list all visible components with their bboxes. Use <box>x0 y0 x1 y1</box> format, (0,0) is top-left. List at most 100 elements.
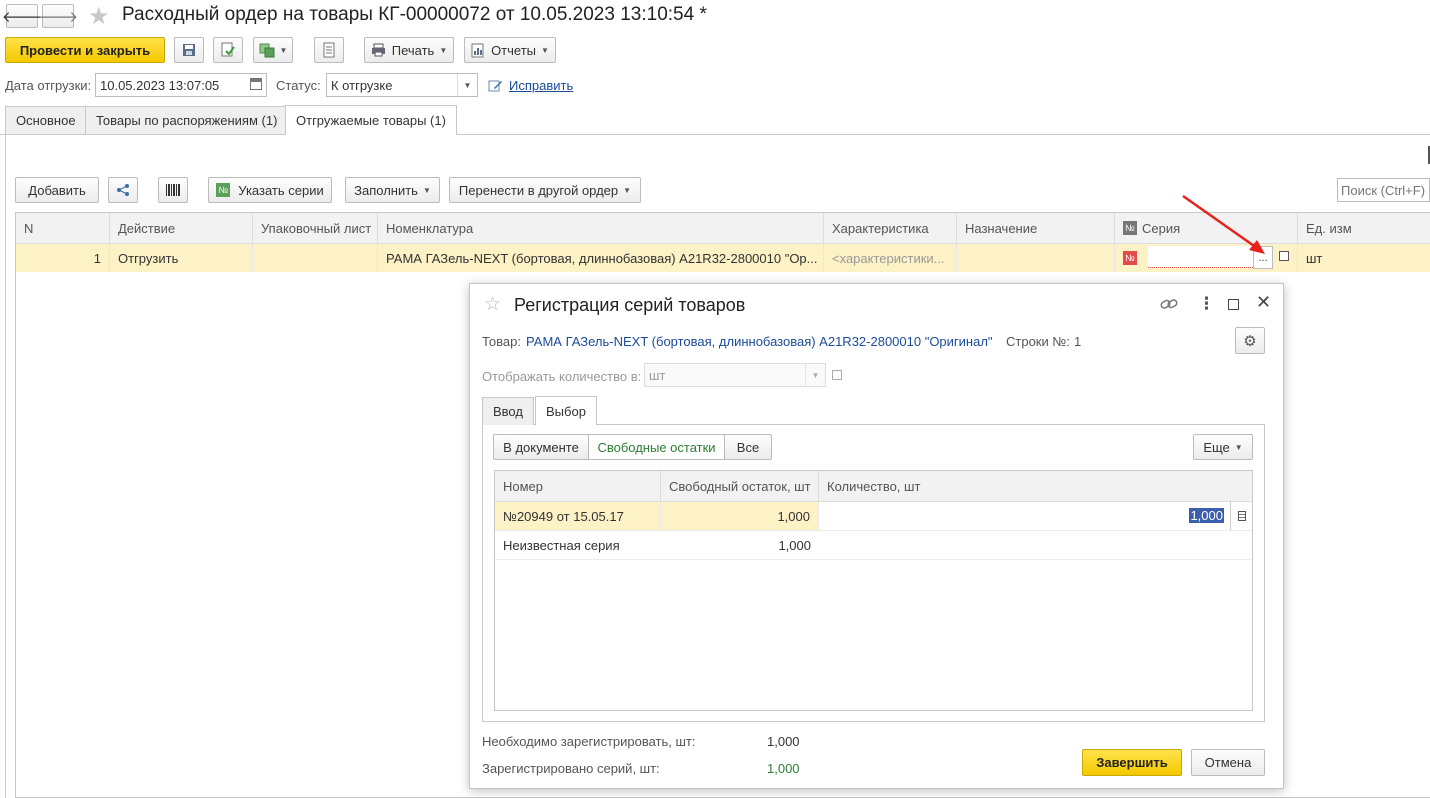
filter-free-stock-button[interactable]: Свободные остатки <box>588 434 725 460</box>
grid-row[interactable]: Неизвестная серия 1,000 <box>495 531 1252 560</box>
save-button[interactable] <box>174 37 204 63</box>
registered-label: Зарегистрировано серий, шт: <box>482 761 660 776</box>
cell-unit: шт <box>1306 250 1323 266</box>
close-icon[interactable]: ✕ <box>1256 292 1271 313</box>
cell-packing-list <box>253 244 378 272</box>
barcode-button[interactable] <box>158 177 188 203</box>
settings-button[interactable]: ⚙ <box>1235 327 1265 354</box>
ship-date-label: Дата отгрузки: <box>5 78 92 93</box>
share-icon <box>117 184 129 196</box>
dropdown-arrow-icon: ▼ <box>279 45 288 55</box>
quantity-input[interactable]: 1,000 <box>1189 508 1224 523</box>
favorite-star-icon[interactable]: ★ <box>88 2 110 31</box>
fill-button[interactable]: Заполнить ▼ <box>345 177 440 203</box>
col-n[interactable]: N <box>16 213 110 243</box>
document-structure-button[interactable] <box>314 37 344 63</box>
chevron-down-icon[interactable]: ▼ <box>457 74 477 96</box>
tab-shipped-goods[interactable]: Отгружаемые товары (1) <box>285 105 457 135</box>
need-register-label: Необходимо зарегистрировать, шт: <box>482 734 696 749</box>
cell-number: №20949 от 15.05.17 <box>495 502 661 530</box>
search-input[interactable] <box>1337 178 1430 202</box>
cell-quantity[interactable]: 1,000 <box>819 502 1252 530</box>
product-link[interactable]: РАМА ГАЗель-NEXT (бортовая, длиннобазова… <box>526 334 993 349</box>
printer-icon <box>371 43 385 57</box>
cell-nomenclature: РАМА ГАЗель-NEXT (бортовая, длиннобазова… <box>378 244 824 272</box>
cell-number: Неизвестная серия <box>503 537 620 553</box>
favorite-star-icon[interactable]: ☆ <box>484 293 501 316</box>
more-button[interactable]: Еще ▼ <box>1193 434 1253 460</box>
series-grid: Номер Свободный остаток, шт Количество, … <box>494 470 1253 711</box>
list-document-icon <box>323 42 335 58</box>
arrow-right-icon: 🡒 <box>37 8 79 26</box>
dropdown-arrow-icon: ▼ <box>422 185 431 195</box>
post-and-close-button[interactable]: Провести и закрыть <box>5 37 165 63</box>
reports-icon <box>471 43 484 57</box>
filter-in-document-button[interactable]: В документе <box>493 434 589 460</box>
share-button[interactable] <box>108 177 138 203</box>
col-unit[interactable]: Ед. изм <box>1298 213 1430 243</box>
col-free-stock[interactable]: Свободный остаток, шт <box>661 471 819 502</box>
cell-quantity[interactable] <box>819 531 1252 559</box>
specify-series-button[interactable]: № Указать серии <box>208 177 332 203</box>
ship-date-field[interactable]: 10.05.2023 13:07:05 <box>95 73 267 97</box>
create-based-on-button[interactable]: ▼ <box>253 37 293 63</box>
link-icon[interactable] <box>1160 297 1178 311</box>
more-vertical-icon[interactable]: ⋮ <box>1198 294 1215 314</box>
open-icon[interactable] <box>832 370 842 380</box>
open-icon[interactable] <box>1279 251 1289 261</box>
tabs-baseline <box>0 134 1430 135</box>
add-button[interactable]: Добавить <box>15 177 99 203</box>
col-quantity[interactable]: Количество, шт <box>819 471 1252 502</box>
edit-pencil-icon <box>488 80 502 92</box>
col-action[interactable]: Действие <box>110 213 253 243</box>
create-based-icon <box>259 43 275 58</box>
rows-value: 1 <box>1074 334 1082 349</box>
post-button[interactable] <box>213 37 243 63</box>
maximize-icon[interactable] <box>1228 299 1239 310</box>
specify-series-label: Указать серии <box>238 182 324 198</box>
col-number[interactable]: Номер <box>495 471 661 502</box>
status-label: Статус: <box>276 78 321 93</box>
red-arrow-annotation <box>1182 194 1265 254</box>
col-nomenclature[interactable]: Номенклатура <box>378 213 824 243</box>
calendar-icon[interactable] <box>250 78 262 90</box>
series-number-icon: № <box>216 183 231 197</box>
cancel-button[interactable]: Отмена <box>1191 749 1265 776</box>
series-error-icon: № <box>1123 251 1137 265</box>
reports-label: Отчеты <box>491 42 536 58</box>
move-to-order-button[interactable]: Перенести в другой ордер ▼ <box>449 177 641 203</box>
tab-main[interactable]: Основное <box>5 106 87 134</box>
fix-link[interactable]: Исправить <box>509 78 573 93</box>
print-button[interactable]: Печать ▼ <box>364 37 454 63</box>
calculator-icon[interactable] <box>1230 502 1252 530</box>
more-label: Еще <box>1203 439 1230 455</box>
ship-date-value: 10.05.2023 13:07:05 <box>100 77 220 93</box>
tab-ordered-goods[interactable]: Товары по распоряжениям (1) <box>85 106 289 134</box>
rows-label: Строки №: <box>1006 334 1070 349</box>
chevron-down-icon[interactable]: ▼ <box>805 364 825 386</box>
move-to-order-label: Перенести в другой ордер <box>458 182 619 198</box>
forward-button[interactable]: 🡒 <box>38 4 78 28</box>
cell-characteristic: <характеристики... <box>824 244 957 272</box>
cell-purpose <box>957 244 1115 272</box>
print-label: Печать <box>391 42 435 58</box>
tab-panel-left-border <box>5 134 6 798</box>
col-characteristic[interactable]: Характеристика <box>824 213 957 243</box>
show-qty-select[interactable]: шт ▼ <box>644 363 826 387</box>
col-packing-list[interactable]: Упаковочный лист <box>253 213 378 243</box>
series-number-icon: № <box>1123 221 1137 235</box>
registered-value: 1,000 <box>767 761 800 776</box>
finish-button[interactable]: Завершить <box>1082 749 1182 776</box>
status-value: К отгрузке <box>331 77 393 93</box>
grid-row[interactable]: №20949 от 15.05.17 1,000 1,000 <box>495 502 1252 531</box>
col-purpose[interactable]: Назначение <box>957 213 1115 243</box>
fill-label: Заполнить <box>354 182 418 198</box>
cell-action: Отгрузить <box>110 244 253 272</box>
tab-input[interactable]: Ввод <box>482 397 534 425</box>
status-select[interactable]: К отгрузке ▼ <box>326 73 478 97</box>
reports-button[interactable]: Отчеты ▼ <box>464 37 556 63</box>
back-button[interactable]: 🡐 <box>2 4 42 28</box>
tab-selection[interactable]: Выбор <box>535 396 597 425</box>
filter-all-button[interactable]: Все <box>724 434 772 460</box>
show-qty-value: шт <box>649 367 666 383</box>
